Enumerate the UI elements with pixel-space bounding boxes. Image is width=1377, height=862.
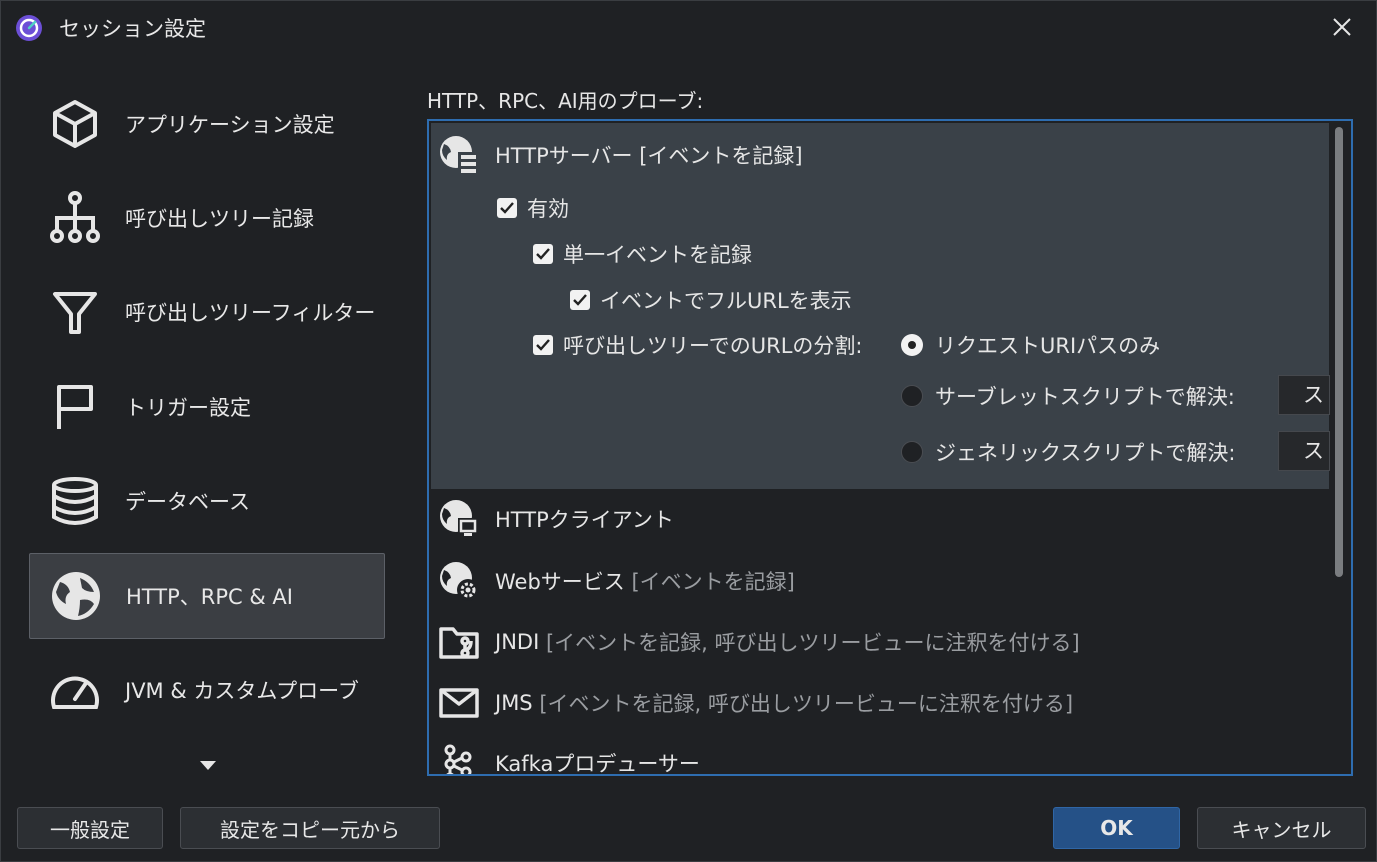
enabled-label: 有効 bbox=[527, 197, 569, 221]
ok-button[interactable]: OK bbox=[1053, 807, 1180, 849]
app-logo-icon bbox=[16, 15, 42, 41]
sidebar-item-application-settings[interactable]: アプリケーション設定 bbox=[29, 81, 385, 167]
radio-servlet-script[interactable]: サーブレットスクリプトで解決: bbox=[901, 381, 1235, 411]
check-icon bbox=[573, 294, 587, 306]
sidebar-item-label: トリガー設定 bbox=[125, 396, 251, 420]
http-server-expanded-panel bbox=[431, 123, 1329, 489]
chevron-down-icon[interactable] bbox=[199, 759, 217, 771]
probe-http-server[interactable]: HTTPサーバー [イベントを記録] bbox=[437, 133, 803, 177]
generic-script-field[interactable]: ス bbox=[1278, 431, 1330, 471]
kafka-icon bbox=[437, 741, 481, 774]
globe-icon bbox=[48, 568, 104, 624]
jndi-folder-icon bbox=[437, 620, 481, 664]
probe-name: JNDI bbox=[495, 630, 540, 654]
probe-detail: [イベントを記録, 呼び出しツリービューに注釈を付ける] bbox=[545, 631, 1080, 655]
full-url-checkbox[interactable] bbox=[570, 290, 590, 310]
cube-icon bbox=[47, 96, 103, 152]
database-icon bbox=[47, 473, 103, 529]
title-bar: セッション設定 bbox=[1, 1, 1376, 55]
gauge-icon bbox=[47, 662, 103, 718]
cancel-button[interactable]: キャンセル bbox=[1197, 807, 1366, 849]
radio-button-selected[interactable] bbox=[901, 334, 923, 356]
single-event-checkbox[interactable] bbox=[533, 244, 553, 264]
probe-web-services[interactable]: Webサービス [イベントを記録] bbox=[437, 559, 795, 603]
radio-button[interactable] bbox=[901, 385, 923, 407]
url-split-option[interactable]: 呼び出しツリーでのURLの分割: bbox=[533, 330, 862, 360]
url-split-checkbox[interactable] bbox=[533, 335, 553, 355]
sidebar-item-label: アプリケーション設定 bbox=[125, 113, 335, 137]
enabled-checkbox[interactable] bbox=[497, 198, 517, 218]
copy-settings-from-button[interactable]: 設定をコピー元から bbox=[180, 807, 440, 849]
sidebar-item-label: JVM & カスタムプローブ bbox=[125, 679, 359, 703]
probe-detail: [イベントを記録] bbox=[639, 144, 803, 168]
probe-kafka-producer[interactable]: Kafkaプロデューサー bbox=[437, 741, 700, 776]
probe-name: Webサービス bbox=[495, 570, 625, 594]
probe-http-client[interactable]: HTTPクライアント bbox=[437, 497, 674, 541]
sidebar-item-database[interactable]: データベース bbox=[29, 458, 385, 544]
radio-request-uri[interactable]: リクエストURIパスのみ bbox=[901, 330, 1160, 360]
http-client-icon bbox=[437, 497, 481, 541]
url-split-label: 呼び出しツリーでのURLの分割: bbox=[563, 334, 863, 358]
full-url-option[interactable]: イベントでフルURLを表示 bbox=[570, 285, 852, 315]
servlet-script-field[interactable]: ス bbox=[1278, 375, 1330, 415]
probe-name: HTTPクライアント bbox=[495, 508, 674, 532]
check-icon bbox=[500, 202, 514, 214]
probe-detail: [イベントを記録] bbox=[631, 570, 795, 594]
sidebar-item-label: 呼び出しツリー記録 bbox=[125, 207, 314, 231]
probe-jndi[interactable]: JNDI [イベントを記録, 呼び出しツリービューに注釈を付ける] bbox=[437, 620, 1080, 664]
radio-label: ジェネリックスクリプトで解決: bbox=[935, 441, 1236, 465]
radio-label: リクエストURIパスのみ bbox=[935, 334, 1161, 358]
probe-jms[interactable]: JMS [イベントを記録, 呼び出しツリービューに注釈を付ける] bbox=[437, 681, 1073, 725]
single-event-label: 単一イベントを記録 bbox=[563, 243, 752, 267]
full-url-label: イベントでフルURLを表示 bbox=[600, 289, 852, 313]
http-server-icon bbox=[437, 133, 481, 177]
probe-name: JMS bbox=[495, 691, 533, 715]
sidebar-item-call-tree-recording[interactable]: 呼び出しツリー記録 bbox=[29, 175, 385, 261]
sidebar-item-jvm-custom-probes[interactable]: JVM & カスタムプローブ bbox=[29, 647, 385, 733]
probe-detail: [イベントを記録, 呼び出しツリービューに注釈を付ける] bbox=[539, 692, 1074, 716]
sidebar-item-trigger-settings[interactable]: トリガー設定 bbox=[29, 364, 385, 450]
settings-sidebar: アプリケーション設定 呼び出しツリー記録 呼び出しツリーフィルター トリガー設定… bbox=[29, 77, 389, 777]
mail-icon bbox=[437, 681, 481, 725]
radio-generic-script[interactable]: ジェネリックスクリプトで解決: bbox=[901, 437, 1235, 467]
probe-name: Kafkaプロデューサー bbox=[495, 752, 700, 776]
sidebar-item-label: データベース bbox=[125, 490, 250, 514]
session-settings-dialog: セッション設定 アプリケーション設定 呼び出しツリー記録 呼び出しツリーフィルタ… bbox=[0, 0, 1377, 862]
sidebar-item-call-tree-filter[interactable]: 呼び出しツリーフィルター bbox=[29, 269, 385, 355]
probe-list[interactable]: HTTPサーバー [イベントを記録] 有効 単一イベントを記録 イベントでフルU… bbox=[427, 119, 1353, 776]
flag-icon bbox=[47, 379, 103, 435]
tree-icon bbox=[47, 190, 103, 246]
radio-button[interactable] bbox=[901, 441, 923, 463]
general-settings-button[interactable]: 一般設定 bbox=[17, 807, 163, 849]
web-service-icon bbox=[437, 559, 481, 603]
vertical-scrollbar[interactable] bbox=[1335, 127, 1343, 577]
window-title: セッション設定 bbox=[59, 17, 206, 41]
check-icon bbox=[536, 248, 550, 260]
close-icon[interactable] bbox=[1328, 13, 1356, 41]
sidebar-item-http-rpc-ai[interactable]: HTTP、RPC & AI bbox=[29, 553, 385, 639]
check-icon bbox=[536, 339, 550, 351]
enabled-option[interactable]: 有効 bbox=[497, 193, 569, 223]
single-event-option[interactable]: 単一イベントを記録 bbox=[533, 239, 752, 269]
filter-icon bbox=[47, 284, 103, 340]
sidebar-item-label: HTTP、RPC & AI bbox=[126, 585, 293, 609]
sidebar-item-label: 呼び出しツリーフィルター bbox=[125, 301, 376, 325]
probe-name: HTTPサーバー bbox=[495, 144, 633, 168]
probes-section-label: HTTP、RPC、AI用のプローブ: bbox=[427, 89, 704, 113]
radio-label: サーブレットスクリプトで解決: bbox=[935, 385, 1235, 409]
